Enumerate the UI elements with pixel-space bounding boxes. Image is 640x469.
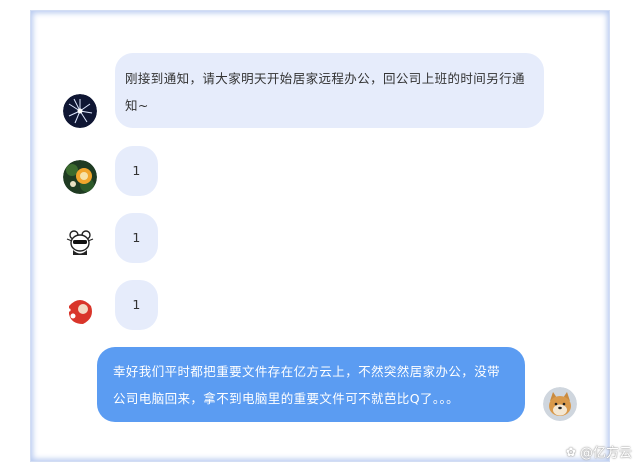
orange-character-avatar[interactable] bbox=[63, 160, 97, 194]
message-bubble[interactable]: 1 bbox=[115, 280, 158, 330]
cartoon-bear-avatar[interactable] bbox=[63, 226, 97, 260]
message-text: 1 bbox=[132, 163, 141, 178]
red-character-avatar[interactable] bbox=[63, 294, 97, 328]
weibo-icon: ✿ bbox=[565, 444, 576, 459]
message-text: 1 bbox=[132, 297, 141, 312]
fireworks-avatar[interactable] bbox=[63, 94, 97, 128]
message-bubble[interactable]: 幸好我们平时都把重要文件存在亿方云上，不然突然居家办公，没带公司电脑回来，拿不到… bbox=[97, 347, 525, 422]
watermark-text: @亿方云 bbox=[579, 446, 632, 461]
message-text: 1 bbox=[132, 230, 141, 245]
message-text: 幸好我们平时都把重要文件存在亿方云上，不然突然居家办公，没带公司电脑回来，拿不到… bbox=[113, 364, 501, 406]
watermark: ✿ @亿方云 bbox=[565, 442, 632, 462]
message-bubble[interactable]: 1 bbox=[115, 146, 158, 196]
message-text: 刚接到通知，请大家明天开始居家远程办公，回公司上班的时间另行通知~ bbox=[125, 71, 525, 113]
message-bubble[interactable]: 1 bbox=[115, 213, 158, 263]
message-bubble[interactable]: 刚接到通知，请大家明天开始居家远程办公，回公司上班的时间另行通知~ bbox=[115, 53, 544, 128]
shiba-dog-avatar[interactable] bbox=[543, 387, 577, 421]
